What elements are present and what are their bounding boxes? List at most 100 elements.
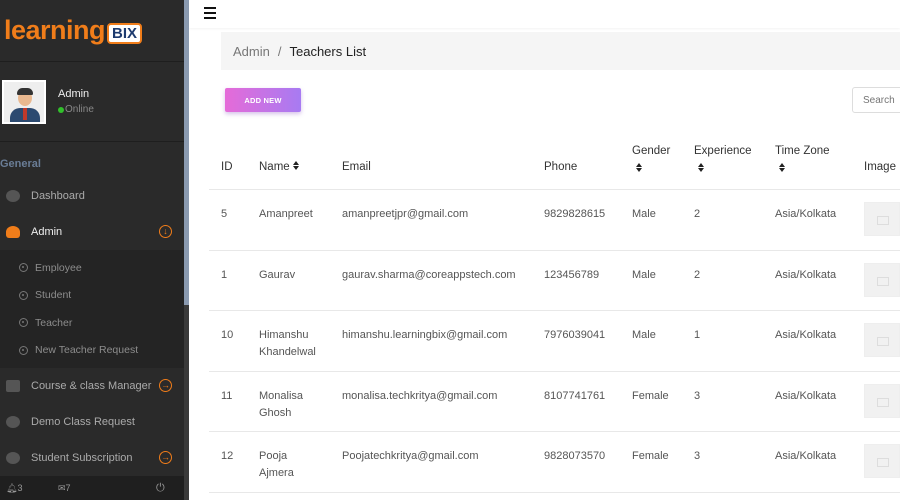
header-label: Phone [544, 161, 578, 173]
subitem-label: Student [35, 289, 72, 302]
sort-icon [292, 161, 299, 170]
cell-timezone: Asia/Kolkata [775, 389, 837, 402]
cell-email: gaurav.sharma@coreappstech.com [342, 268, 516, 281]
sidebar-subitem-new-teacher-request[interactable]: New Teacher Request [0, 337, 184, 365]
cell-id: 5 [221, 208, 228, 220]
messages-button[interactable]: ✉ 7 [58, 483, 71, 494]
cell-name: Monalisa [259, 389, 304, 402]
brain-icon [6, 416, 20, 428]
power-icon: ⏻ [156, 481, 165, 494]
message-count: 7 [65, 483, 71, 493]
add-new-button[interactable]: ADD NEW [225, 88, 301, 112]
cell-name-line2: Ajmera [259, 467, 294, 479]
circle-dot-icon [19, 290, 28, 300]
cell-phone: 9829828615 [544, 208, 606, 220]
header-label: Experience [694, 145, 752, 157]
top-bar [189, 0, 900, 28]
image-placeholder-icon [864, 323, 900, 357]
table-header: ID Name Email Phone Gender Experience Ti… [209, 133, 900, 190]
online-indicator-icon [58, 106, 64, 113]
sidebar-item-admin[interactable]: Admin ↓ [0, 214, 184, 250]
sidebar-item-course-class-manager[interactable]: Course & class Manager → [0, 368, 184, 404]
table-row[interactable]: 12 Pooja Ajmera Poojatechkritya@gmail.com… [209, 432, 900, 493]
nav-section-title: General [0, 158, 41, 170]
cell-experience: 3 [694, 450, 701, 462]
breadcrumb: Admin / Teachers List [221, 32, 900, 70]
cell-email: amanpreetjpr@gmail.com [342, 208, 469, 220]
circle-dot-icon [19, 318, 28, 328]
table-row[interactable]: 5 Amanpreet amanpreetjpr@gmail.com 98298… [209, 190, 900, 251]
subitem-label: Teacher [35, 316, 73, 329]
sidebar-item-demo-class-request[interactable]: Demo Class Request [0, 404, 184, 440]
circle-dot-icon [19, 263, 28, 273]
sort-icon [636, 163, 642, 172]
breadcrumb-root[interactable]: Admin [233, 44, 270, 59]
image-placeholder-icon [864, 202, 900, 236]
sidebar-subitem-teacher[interactable]: Teacher [0, 309, 184, 337]
profile-name: Admin [58, 88, 90, 100]
sidebar-subitem-employee[interactable]: Employee [0, 254, 184, 282]
sidebar: learning BIX Admin Online General Dashbo… [0, 0, 184, 500]
avatar [2, 79, 46, 124]
cell-name-line2: Ghosh [259, 406, 292, 419]
cell-experience: 1 [694, 329, 701, 341]
cell-email: himanshu.learningbix@gmail.com [342, 329, 508, 341]
cell-phone: 8107741761 [544, 389, 606, 402]
arrow-down-circle-icon[interactable]: ↓ [159, 225, 172, 238]
sidebar-item-label: Admin [31, 226, 63, 238]
cell-gender: Female [632, 389, 669, 402]
cell-name-line2: Khandelwal [259, 346, 316, 358]
cell-name: Himanshu [259, 329, 309, 341]
hamburger-menu-icon[interactable] [204, 7, 216, 19]
notification-count: 3 [17, 483, 23, 493]
sidebar-item-label: Student Subscription [31, 452, 133, 464]
breadcrumb-current: Teachers List [289, 43, 367, 59]
cell-experience: 3 [694, 389, 701, 402]
profile-status: Online [65, 104, 94, 115]
table-row[interactable]: 11 Monalisa Ghosh monalisa.techkritya@gma… [209, 372, 900, 432]
cell-id: 12 [221, 450, 234, 462]
brand-part1: learning [4, 15, 106, 45]
sidebar-subitem-student[interactable]: Student [0, 282, 184, 310]
image-placeholder-icon [864, 383, 900, 418]
table-row[interactable]: 1 Gaurav gaurav.sharma@coreappstech.com … [209, 251, 900, 311]
user-profile: Admin Online [0, 62, 184, 142]
cell-name: Amanpreet [259, 208, 313, 220]
logout-button[interactable]: ⏻ [156, 482, 165, 495]
teachers-table: ID Name Email Phone Gender Experience Ti… [209, 133, 900, 493]
cell-name: Gaurav [259, 268, 296, 281]
breadcrumb-separator: / [277, 43, 282, 59]
circle-dot-icon [19, 345, 28, 355]
brand-part2: BIX [107, 23, 143, 44]
header-label: Time Zone [775, 145, 830, 157]
cell-timezone: Asia/Kolkata [775, 268, 837, 281]
sidebar-item-label: Demo Class Request [31, 416, 135, 428]
subitem-label: Employee [35, 261, 82, 274]
search-input[interactable] [852, 87, 900, 113]
cell-name: Pooja [259, 450, 288, 462]
admin-submenu: Employee Student Teacher New Teacher Req… [0, 250, 184, 368]
arrow-right-circle-icon[interactable]: → [159, 379, 172, 392]
sidebar-item-student-subscription[interactable]: Student Subscription → [0, 440, 184, 476]
arrow-right-circle-icon[interactable]: → [159, 451, 172, 464]
cell-phone: 7976039041 [544, 329, 606, 341]
sidebar-item-dashboard[interactable]: Dashboard [0, 178, 184, 214]
cell-experience: 2 [694, 268, 701, 281]
sort-icon [779, 163, 785, 172]
cell-timezone: Asia/Kolkata [775, 450, 837, 462]
bell-icon: 🔔︎ [6, 482, 18, 493]
cell-gender: Female [632, 450, 669, 462]
dashboard-icon [6, 190, 20, 202]
subitem-label: New Teacher Request [35, 344, 139, 357]
image-placeholder-icon [864, 262, 900, 297]
cell-id: 1 [221, 268, 228, 281]
image-placeholder-icon [864, 444, 900, 478]
table-row[interactable]: 10 Himanshu Khandelwal himanshu.learningb… [209, 311, 900, 372]
cell-email: Poojatechkritya@gmail.com [342, 450, 479, 462]
sort-icon [698, 163, 704, 172]
brand-logo[interactable]: learning BIX [0, 0, 184, 62]
notifications-button[interactable]: 🔔︎ 3 [6, 483, 22, 494]
header-label: Name [259, 161, 290, 173]
cell-gender: Male [632, 329, 656, 341]
header-label: ID [221, 161, 233, 173]
